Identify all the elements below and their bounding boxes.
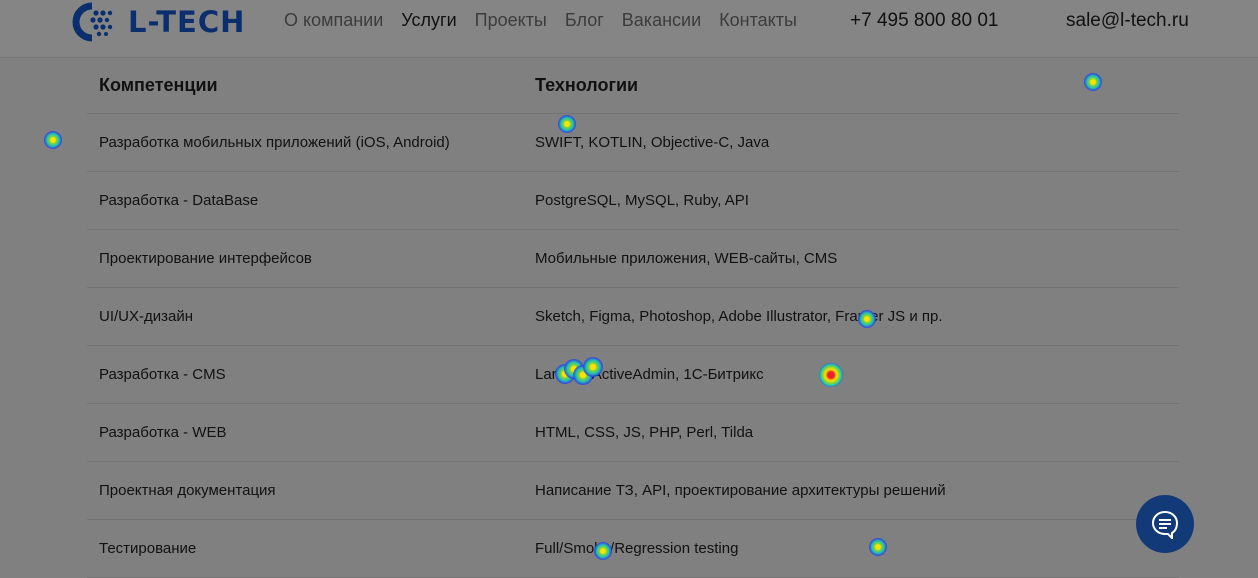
table-row: Проектирование интерфейсов Мобильные при… [87, 230, 1179, 288]
table-row: Разработка - DataBase PostgreSQL, MySQL,… [87, 172, 1179, 230]
heatmap-spot [44, 131, 62, 149]
nav-link-services[interactable]: Услуги [401, 10, 456, 31]
technology-cell: Laravel, ActiveAdmin, 1С-Битрикс [535, 366, 764, 383]
technology-cell: SWIFT, KOTLIN, Objective-C, Java [535, 134, 770, 151]
nav-link-about[interactable]: О компании [284, 10, 383, 31]
technology-cell: HTML, CSS, JS, PHP, Perl, Tilda [535, 424, 754, 441]
technology-cell: Full/Smoke/Regression testing [535, 540, 739, 557]
competencies-table: Компетенции Технологии Разработка мобиль… [87, 57, 1179, 578]
nav-link-contacts[interactable]: Контакты [719, 10, 797, 31]
chat-bubble-icon [1151, 510, 1179, 539]
column-header-competencies: Компетенции [99, 75, 218, 95]
competency-cell: Проектная документация [99, 482, 276, 499]
chat-button[interactable] [1136, 495, 1194, 553]
table-row: Разработка - CMS Laravel, ActiveAdmin, 1… [87, 346, 1179, 404]
nav-link-vacancies[interactable]: Вакансии [622, 10, 701, 31]
competency-cell: Разработка - CMS [99, 366, 226, 383]
technology-cell: Написание ТЗ, API, проектирование архите… [535, 482, 946, 499]
technology-cell: Мобильные приложения, WEB-сайты, CMS [535, 250, 838, 267]
competency-cell: Тестирование [99, 540, 197, 557]
phone-link[interactable]: +7 495 800 80 01 [850, 10, 998, 32]
nav-link-blog[interactable]: Блог [565, 10, 604, 31]
technology-cell: Sketch, Figma, Photoshop, Adobe Illustra… [535, 308, 943, 325]
table-row: Проектная документация Написание ТЗ, API… [87, 462, 1179, 520]
site-header: L-TECH О компании Услуги Проекты Блог Ва… [0, 0, 1258, 58]
brand-name: L-TECH [128, 5, 246, 39]
table-row: UI/UX-дизайн Sketch, Figma, Photoshop, A… [87, 288, 1179, 346]
table-header: Компетенции Технологии [87, 57, 1179, 114]
competency-cell: Проектирование интерфейсов [99, 250, 312, 267]
table-row: Разработка мобильных приложений (iOS, An… [87, 114, 1179, 172]
technology-cell: PostgreSQL, MySQL, Ruby, API [535, 192, 749, 209]
table-row: Разработка - WEB HTML, CSS, JS, PHP, Per… [87, 404, 1179, 462]
table-row: Тестирование Full/Smoke/Regression testi… [87, 520, 1179, 578]
competency-cell: Разработка мобильных приложений (iOS, An… [99, 134, 450, 151]
email-link[interactable]: sale@l-tech.ru [1066, 10, 1189, 32]
competency-cell: UI/UX-дизайн [99, 308, 194, 325]
column-header-technologies: Технологии [535, 75, 639, 95]
main-nav: О компании Услуги Проекты Блог Вакансии … [284, 10, 815, 31]
competency-cell: Разработка - DataBase [99, 192, 259, 209]
competency-cell: Разработка - WEB [99, 424, 227, 441]
logo-icon [72, 2, 113, 42]
nav-link-projects[interactable]: Проекты [475, 10, 547, 31]
logo[interactable]: L-TECH [72, 2, 245, 42]
